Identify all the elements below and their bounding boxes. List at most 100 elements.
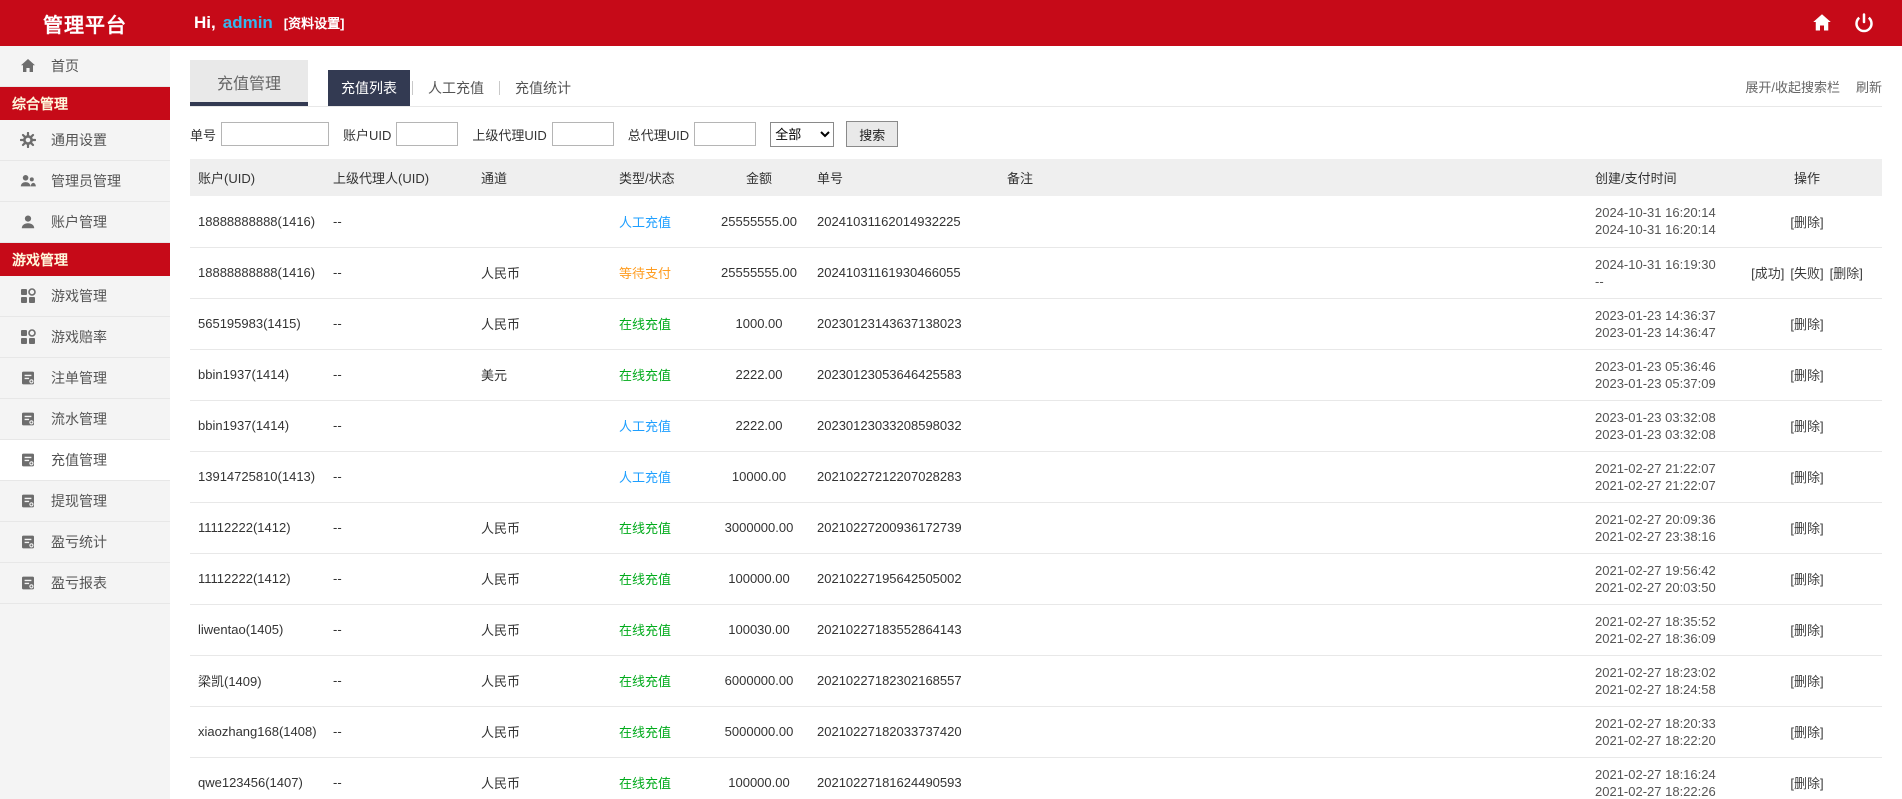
cell-channel: 人民币: [473, 706, 611, 758]
cell-parent: --: [325, 706, 473, 758]
sidebar-item-游戏管理[interactable]: 游戏管理: [0, 276, 170, 317]
timestamp: 2021-02-27 19:56:42: [1595, 562, 1716, 578]
cell-remark: [999, 349, 1587, 401]
status-filter-select[interactable]: 全部: [770, 121, 835, 147]
column-header-类型/状态: 类型/状态: [619, 171, 675, 186]
sidebar-section-综合管理[interactable]: 综合管理: [0, 87, 170, 120]
table-row: 11112222(1412) -- 人民币 在线充值 100000.00 20210227…: [190, 553, 1882, 605]
delete-action-link[interactable]: [删除]: [1790, 725, 1823, 740]
timestamp: 2021-02-27 18:16:24: [1595, 766, 1716, 782]
tab-充值统计[interactable]: 充值统计: [502, 70, 584, 106]
sidebar-item-首页[interactable]: 首页: [0, 46, 170, 87]
timestamp: 2023-01-23 05:36:46: [1595, 358, 1716, 374]
cell-status: 在线充值: [611, 655, 709, 707]
refresh-link[interactable]: 刷新: [1856, 77, 1882, 96]
delete-action-link[interactable]: [删除]: [1790, 674, 1823, 689]
cell-amount: 2222.00: [709, 400, 809, 452]
cell-order: 20230123053646425583: [809, 349, 999, 401]
delete-action-link[interactable]: [删除]: [1830, 266, 1863, 281]
profile-settings-link[interactable]: [资料设置]: [284, 13, 345, 32]
brand-title[interactable]: 管理平台: [0, 9, 170, 38]
cell-amount: 100000.00: [709, 553, 809, 605]
column-header-创建/支付时间: 创建/支付时间: [1595, 171, 1677, 186]
cell-channel: [473, 196, 611, 248]
delete-action-link[interactable]: [删除]: [1790, 317, 1823, 332]
sidebar-item-通用设置[interactable]: 通用设置: [0, 120, 170, 161]
cell-actions: [删除]: [1732, 706, 1882, 758]
delete-action-link[interactable]: [删除]: [1790, 776, 1823, 791]
sidebar-item-盈亏统计[interactable]: 盈亏统计: [0, 522, 170, 563]
sidebar-item-label: 提现管理: [51, 493, 107, 509]
filter-label: 总代理UID: [627, 127, 690, 143]
fail-action-link[interactable]: [失败]: [1790, 266, 1823, 281]
filter-input-账户UID[interactable]: [396, 122, 459, 146]
cell-order: 20210227182033737420: [809, 706, 999, 758]
table-row: bbin1937(1414) -- 人工充值 2222.00 2023012303320…: [190, 400, 1882, 452]
sidebar-item-注单管理[interactable]: 注单管理: [0, 358, 170, 399]
username: admin: [222, 13, 273, 32]
tab-bar: 充值列表 人工充值 充值统计: [328, 70, 584, 106]
home-icon[interactable]: [1812, 13, 1832, 33]
sidebar-section-游戏管理[interactable]: 游戏管理: [0, 243, 170, 276]
delete-action-link[interactable]: [删除]: [1790, 368, 1823, 383]
sidebar-item-充值管理[interactable]: 充值管理: [0, 440, 170, 481]
toggle-search-bar-link[interactable]: 展开/收起搜索栏: [1745, 77, 1840, 96]
cell-remark: [999, 451, 1587, 503]
cell-order: 20230123143637138023: [809, 298, 999, 350]
cell-actions: [删除]: [1732, 451, 1882, 503]
delete-action-link[interactable]: [删除]: [1790, 215, 1823, 230]
cell-amount: 25555555.00: [709, 247, 809, 299]
cell-account: qwe123456(1407): [190, 757, 325, 799]
filter-input-上级代理UID[interactable]: [551, 122, 614, 146]
cell-actions: [删除]: [1732, 757, 1882, 799]
cell-actions: [删除]: [1732, 502, 1882, 554]
delete-action-link[interactable]: [删除]: [1790, 623, 1823, 638]
sidebar-item-盈亏报表[interactable]: 盈亏报表: [0, 563, 170, 604]
cell-amount: 100000.00: [709, 757, 809, 799]
cell-status: 等待支付: [611, 247, 709, 299]
cell-account: 18888888888(1416): [190, 196, 325, 248]
timestamp: 2023-01-23 14:36:37: [1595, 307, 1716, 323]
power-icon[interactable]: [1854, 13, 1874, 33]
cell-time: 2021-02-27 19:56:42 2021-02-27 20:03:50: [1587, 553, 1732, 605]
timestamp: 2023-01-23 03:32:08: [1595, 426, 1716, 442]
timestamp: 2021-02-27 20:09:36: [1595, 511, 1716, 527]
home-icon: [20, 58, 36, 74]
sidebar-item-管理员管理[interactable]: 管理员管理: [0, 161, 170, 202]
cell-time: 2024-10-31 16:19:30 --: [1587, 247, 1732, 299]
delete-action-link[interactable]: [删除]: [1790, 572, 1823, 587]
cell-order: 20241031161930466055: [809, 247, 999, 299]
sidebar-item-流水管理[interactable]: 流水管理: [0, 399, 170, 440]
cell-parent: --: [325, 196, 473, 248]
filter-label: 单号: [190, 127, 217, 143]
delete-action-link[interactable]: [删除]: [1790, 521, 1823, 536]
main-content: 充值管理 充值列表 人工充值 充值统计 展开/收起搜索栏 刷新 单号 账户UID 上级代…: [170, 46, 1902, 799]
gear-icon: [20, 132, 36, 148]
filter-input-总代理UID[interactable]: [694, 122, 757, 146]
timestamp: 2021-02-27 18:36:09: [1595, 630, 1716, 646]
cell-actions: [删除]: [1732, 298, 1882, 350]
search-button[interactable]: 搜索: [846, 121, 899, 147]
sidebar-item-label: 管理员管理: [51, 173, 121, 189]
success-action-link[interactable]: [成功]: [1751, 266, 1784, 281]
cell-time: 2021-02-27 18:35:52 2021-02-27 18:36:09: [1587, 604, 1732, 656]
timestamp: 2021-02-27 18:22:26: [1595, 783, 1716, 799]
greeting-prefix: Hi,: [194, 13, 216, 32]
delete-action-link[interactable]: [删除]: [1790, 470, 1823, 485]
cell-amount: 6000000.00: [709, 655, 809, 707]
cell-time: 2021-02-27 18:23:02 2021-02-27 18:24:58: [1587, 655, 1732, 707]
sidebar-item-提现管理[interactable]: 提现管理: [0, 481, 170, 522]
cell-parent: --: [325, 655, 473, 707]
filter-input-单号[interactable]: [221, 122, 330, 146]
sidebar-item-游戏赔率[interactable]: 游戏赔率: [0, 317, 170, 358]
tab-充值列表[interactable]: 充值列表: [328, 70, 411, 106]
report-icon: [20, 534, 36, 550]
header-actions: [1812, 13, 1874, 33]
sidebar-item-账户管理[interactable]: 账户管理: [0, 202, 170, 243]
tab-人工充值[interactable]: 人工充值: [415, 70, 497, 106]
table-row: 11112222(1412) -- 人民币 在线充值 3000000.00 2021022…: [190, 502, 1882, 554]
delete-action-link[interactable]: [删除]: [1790, 419, 1823, 434]
cell-order: 20230123033208598032: [809, 400, 999, 452]
cell-remark: [999, 655, 1587, 707]
cell-channel: [473, 451, 611, 503]
